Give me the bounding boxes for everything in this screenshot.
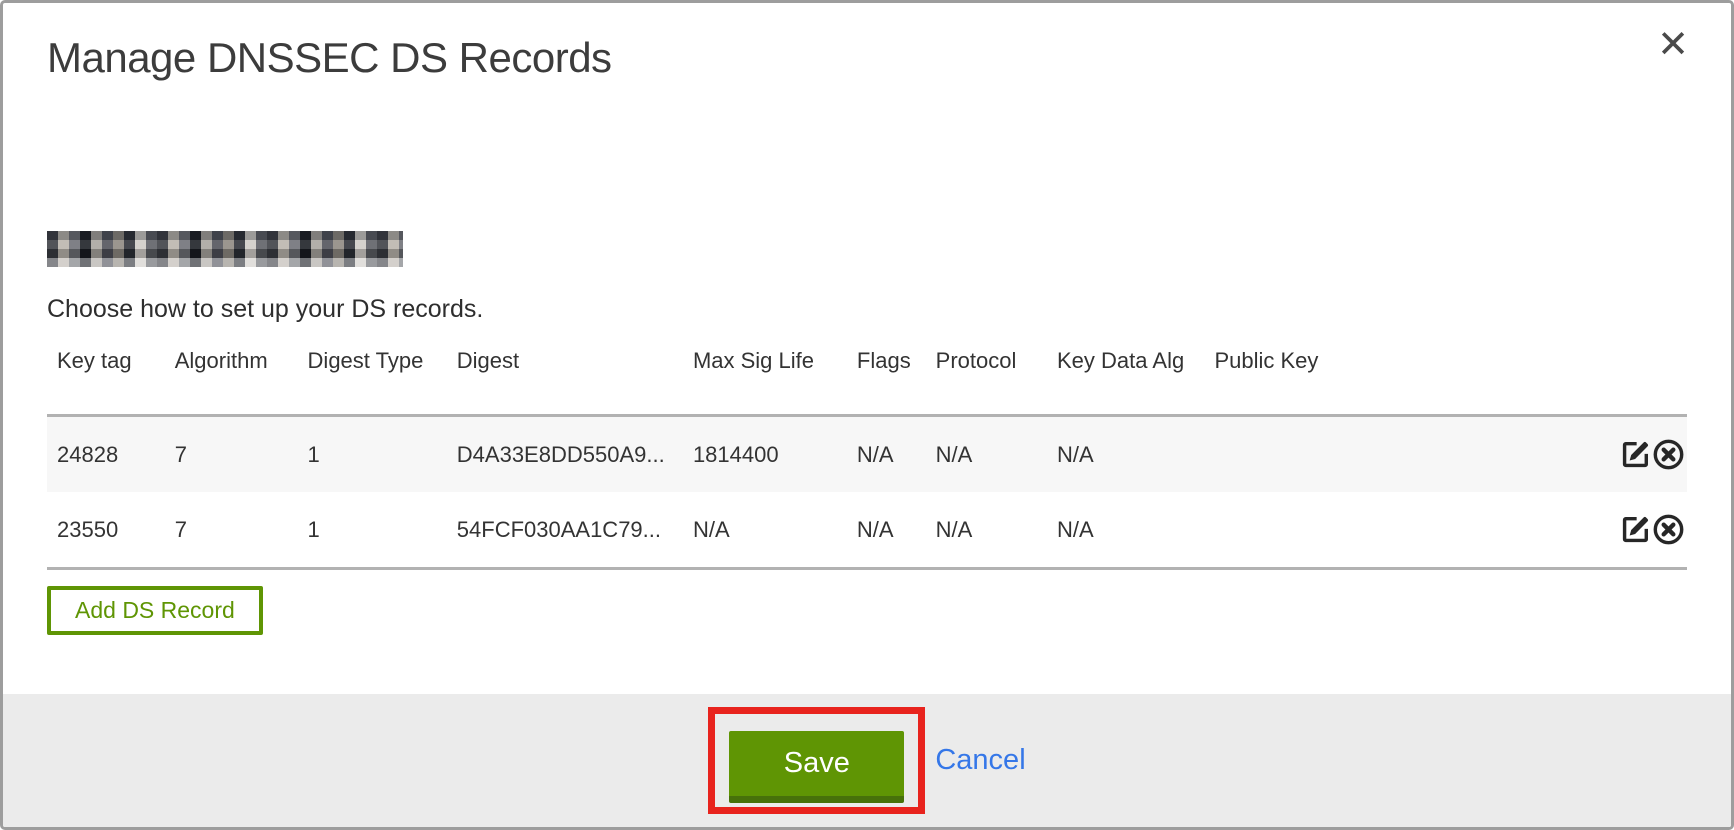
row-actions <box>1566 416 1687 493</box>
instruction-text: Choose how to set up your DS records. <box>47 295 1687 324</box>
manage-dnssec-ds-records-dialog: ✕ Manage DNSSEC DS Records Choose how to… <box>0 0 1734 830</box>
cell-public-key <box>1206 416 1565 493</box>
dialog-body: ✕ Manage DNSSEC DS Records Choose how to… <box>3 3 1731 694</box>
column-header-actions <box>1566 338 1687 416</box>
annotation-highlight-red-box: Save <box>708 707 925 814</box>
edit-icon <box>1619 459 1652 474</box>
cell-flags: N/A <box>849 416 928 493</box>
cell-flags: N/A <box>849 492 928 569</box>
cell-protocol: N/A <box>928 416 1049 493</box>
row-actions <box>1566 492 1687 569</box>
delete-circle-x-icon <box>1652 459 1685 474</box>
cell-digest: 54FCF030AA1C79... <box>449 492 685 569</box>
column-header-key-data-alg: Key Data Alg <box>1049 338 1206 416</box>
column-header-digest-type: Digest Type <box>300 338 449 416</box>
cell-max-sig-life: 1814400 <box>685 416 849 493</box>
column-header-algorithm: Algorithm <box>167 338 300 416</box>
column-header-public-key: Public Key <box>1206 338 1565 416</box>
cell-public-key <box>1206 492 1565 569</box>
cell-key-data-alg: N/A <box>1049 492 1206 569</box>
column-header-digest: Digest <box>449 338 685 416</box>
table-header-row: Key tag Algorithm Digest Type Digest Max… <box>47 338 1687 416</box>
table-row: 23550 7 1 54FCF030AA1C79... N/A N/A N/A … <box>47 492 1687 569</box>
column-header-key-tag: Key tag <box>47 338 167 416</box>
edit-record-button[interactable] <box>1619 438 1652 471</box>
cell-max-sig-life: N/A <box>685 492 849 569</box>
edit-record-button[interactable] <box>1619 513 1652 546</box>
cell-key-tag: 23550 <box>47 492 167 569</box>
column-header-max-sig-life: Max Sig Life <box>685 338 849 416</box>
save-button[interactable]: Save <box>729 731 904 803</box>
ds-records-table: Key tag Algorithm Digest Type Digest Max… <box>47 338 1687 570</box>
delete-record-button[interactable] <box>1652 513 1685 546</box>
cell-algorithm: 7 <box>167 416 300 493</box>
cell-key-data-alg: N/A <box>1049 416 1206 493</box>
add-ds-record-button[interactable]: Add DS Record <box>47 586 263 635</box>
edit-icon <box>1619 534 1652 549</box>
table-row: 24828 7 1 D4A33E8DD550A9... 1814400 N/A … <box>47 416 1687 493</box>
cell-digest: D4A33E8DD550A9... <box>449 416 685 493</box>
page-title: Manage DNSSEC DS Records <box>47 33 1687 83</box>
cell-key-tag: 24828 <box>47 416 167 493</box>
cell-digest-type: 1 <box>300 492 449 569</box>
column-header-flags: Flags <box>849 338 928 416</box>
cell-digest-type: 1 <box>300 416 449 493</box>
cancel-link[interactable]: Cancel <box>935 744 1025 777</box>
domain-name-redacted <box>47 231 403 267</box>
delete-record-button[interactable] <box>1652 438 1685 471</box>
cell-algorithm: 7 <box>167 492 300 569</box>
dialog-footer: Save Cancel <box>3 694 1731 827</box>
delete-circle-x-icon <box>1652 534 1685 549</box>
close-icon[interactable]: ✕ <box>1657 25 1689 63</box>
column-header-protocol: Protocol <box>928 338 1049 416</box>
cell-protocol: N/A <box>928 492 1049 569</box>
